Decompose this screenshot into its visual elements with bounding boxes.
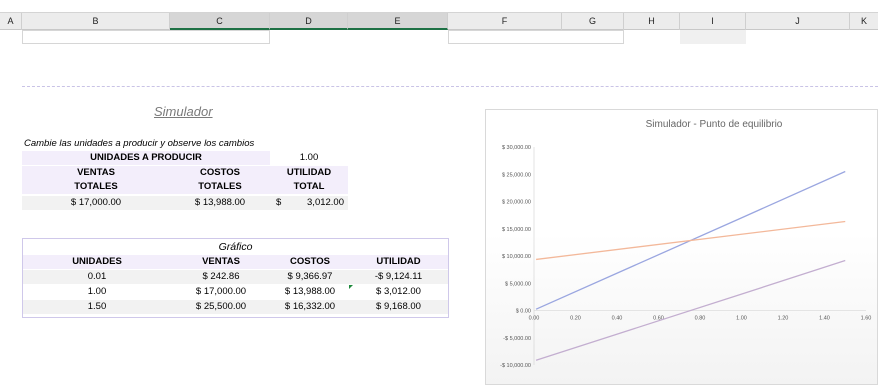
page-break-line <box>22 86 878 87</box>
x-tick-label: 0.20 <box>570 316 581 322</box>
table-cell[interactable]: $ 16,332.00 <box>271 300 349 314</box>
column-header-d[interactable]: D <box>270 13 348 30</box>
units-label: UNIDADES A PRODUCIR <box>22 151 270 165</box>
table-header-profit: UTILIDAD <box>349 255 448 269</box>
table-cell[interactable]: $ 3,012.00 <box>349 285 448 299</box>
simulator-instruction: Cambie las unidades a producir y observe… <box>24 138 255 149</box>
y-tick-label: $ 5,000.00 <box>505 281 531 287</box>
table-title: Gráfico <box>218 241 253 253</box>
x-tick-label: 1.40 <box>819 316 830 322</box>
y-tick-label: $ 30,000.00 <box>502 145 531 151</box>
top-cell-i[interactable] <box>680 30 746 44</box>
column-header-j[interactable]: J <box>746 13 850 30</box>
column-header-e[interactable]: E <box>348 13 448 30</box>
chart-data-table: Gráfico UNIDADES VENTAS COSTOS UTILIDAD … <box>22 238 449 318</box>
column-header-a[interactable]: A <box>0 13 22 30</box>
column-header-g[interactable]: G <box>562 13 624 30</box>
column-header-b[interactable]: B <box>22 13 170 30</box>
y-tick-label: $ 15,000.00 <box>502 227 531 233</box>
costs-header-1: COSTOS <box>170 166 270 180</box>
costs-header-2: TOTALES <box>170 180 270 194</box>
table-cell[interactable]: 0.01 <box>23 270 171 284</box>
chart-canvas: Simulador - Punto de equilibrio $ 30,000… <box>500 119 872 369</box>
total-costs-value[interactable]: $ 13,988.00 <box>170 196 270 210</box>
table-cell[interactable]: $ 25,500.00 <box>171 300 271 314</box>
column-header-k[interactable]: K <box>850 13 878 30</box>
y-tick-label: $ 0.00 <box>516 309 531 315</box>
x-tick-label: 1.00 <box>736 316 747 322</box>
profit-header-2: TOTAL <box>270 180 348 194</box>
table-cell[interactable]: $ 17,000.00 <box>171 285 271 299</box>
column-header-h[interactable]: H <box>624 13 680 30</box>
top-cell-b[interactable] <box>22 30 270 44</box>
units-input[interactable]: 1.00 <box>270 151 348 165</box>
profit-currency: $ <box>276 197 282 208</box>
x-tick-label: 1.20 <box>778 316 789 322</box>
table-cell[interactable]: $ 13,988.00 <box>271 285 349 299</box>
top-cell-f[interactable] <box>448 30 624 44</box>
table-cell[interactable]: $ 9,366.97 <box>271 270 349 284</box>
chart-title: Simulador - Punto de equilibrio <box>646 119 783 130</box>
column-header-i[interactable]: I <box>680 13 746 30</box>
total-profit-value: 3,012.00 <box>307 197 344 208</box>
profit-header-1: UTILIDAD <box>270 166 348 180</box>
table-header-units: UNIDADES <box>23 255 171 269</box>
x-tick-label: 0.80 <box>695 316 706 322</box>
column-header-bar: A B C D E F G H I J K <box>0 12 878 30</box>
table-cell[interactable]: $ 9,168.00 <box>349 300 448 314</box>
column-header-f[interactable]: F <box>448 13 562 30</box>
total-profit-cell[interactable]: $ 3,012.00 <box>270 196 348 210</box>
y-tick-label: $ 10,000.00 <box>502 254 531 260</box>
table-cell[interactable]: $ 242.86 <box>171 270 271 284</box>
error-indicator-icon <box>349 285 353 289</box>
sales-header-1: VENTAS <box>22 166 170 180</box>
simulator-title: Simulador <box>154 104 213 119</box>
table-header-sales: VENTAS <box>171 255 271 269</box>
y-tick-label: -$ 10,000.00 <box>500 363 531 369</box>
y-tick-label: $ 25,000.00 <box>502 172 531 178</box>
table-cell[interactable]: -$ 9,124.11 <box>349 270 448 284</box>
series-line-2[interactable] <box>535 220 846 261</box>
table-cell[interactable]: 1.00 <box>23 285 171 299</box>
x-tick-label: 0.40 <box>612 316 623 322</box>
total-sales-value[interactable]: $ 17,000.00 <box>22 196 170 210</box>
table-cell[interactable]: 1.50 <box>23 300 171 314</box>
x-tick-label: 1.60 <box>861 316 872 322</box>
column-header-c[interactable]: C <box>170 13 270 30</box>
y-tick-label: $ 20,000.00 <box>502 200 531 206</box>
y-tick-label: -$ 5,000.00 <box>503 336 531 342</box>
break-even-chart[interactable]: Simulador - Punto de equilibrio $ 30,000… <box>485 109 878 385</box>
sales-header-2: TOTALES <box>22 180 170 194</box>
table-header-costs: COSTOS <box>271 255 349 269</box>
x-tick-label: 0.00 <box>529 316 540 322</box>
